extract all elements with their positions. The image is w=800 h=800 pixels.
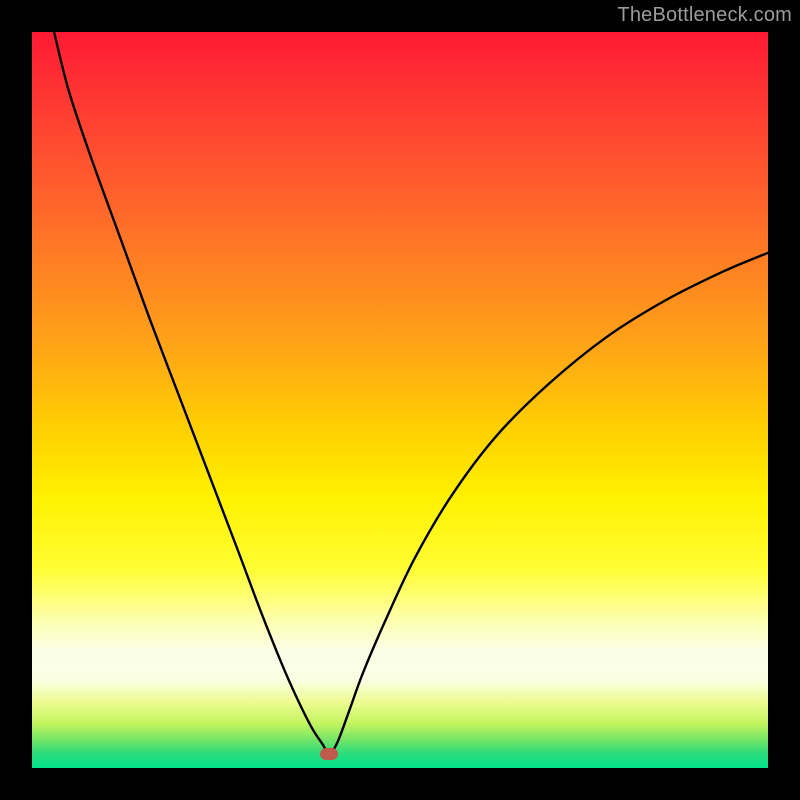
chart-frame: TheBottleneck.com — [0, 0, 800, 800]
watermark-label: TheBottleneck.com — [617, 4, 792, 27]
bottleneck-curve — [32, 32, 768, 768]
minimum-marker — [320, 748, 338, 760]
plot-area — [32, 32, 768, 768]
